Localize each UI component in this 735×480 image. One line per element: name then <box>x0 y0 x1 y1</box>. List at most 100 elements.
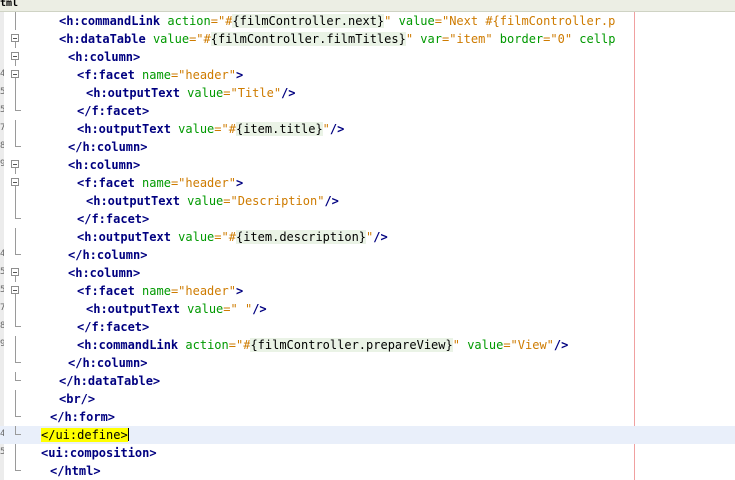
code-text: </h:form> <box>50 409 115 425</box>
code-token: name <box>142 176 171 190</box>
code-token: ="Next #{filmController.p <box>434 14 616 28</box>
code-line[interactable]: 5 <ui:composition> <box>0 444 735 462</box>
code-line[interactable]: <h:commandLink action="#{filmController.… <box>0 12 735 30</box>
line-number: 9 <box>0 159 4 169</box>
fold-guide <box>15 120 16 138</box>
fold-end-marker <box>15 318 21 327</box>
code-text: <f:facet name="header"> <box>77 175 243 191</box>
fold-guide <box>15 228 16 246</box>
code-line[interactable]: 5 <h:column> <box>0 264 735 282</box>
line-number: 7 <box>0 123 4 133</box>
fold-end-marker <box>15 462 21 471</box>
code-line[interactable]: 5 <f:facet name="header"> <box>0 282 735 300</box>
code-text: </f:facet> <box>77 211 149 227</box>
code-line[interactable]: 7 <h:outputText value="#{item.title}"/> <box>0 120 735 138</box>
fold-end-marker <box>15 408 21 417</box>
code-line[interactable]: 9 <h:column> <box>0 156 735 174</box>
line-number: 4 <box>0 69 4 79</box>
code-token: ="Title" <box>223 86 282 100</box>
code-token: <h:column> <box>68 266 141 280</box>
code-token: value <box>398 14 435 28</box>
code-token: <h:commandLink <box>77 338 179 352</box>
fold-toggle-icon[interactable] <box>11 286 19 294</box>
code-token: > <box>235 68 244 82</box>
fold-guide <box>15 390 16 408</box>
code-line[interactable]: 7 <h:outputText value=" "/> <box>0 300 735 318</box>
code-line[interactable]: 5 <h:outputText value="Title"/> <box>0 84 735 102</box>
fold-end-marker <box>15 138 21 147</box>
code-text: <h:outputText value="#{item.description}… <box>77 229 388 245</box>
code-token: =" " <box>223 302 253 316</box>
code-token: " <box>322 122 330 136</box>
code-line[interactable]: 5 </f:facet> <box>0 102 735 120</box>
current-code-line[interactable]: 4 </ui:define> <box>0 426 735 444</box>
line-number: 5 <box>0 285 4 295</box>
code-text: <h:outputText value="Title"/> <box>86 85 296 101</box>
code-token: <h:outputText <box>86 302 180 316</box>
code-line[interactable]: <f:facet name="header"> <box>0 174 735 192</box>
code-line[interactable]: </f:facet> <box>0 210 735 228</box>
fold-end-marker <box>15 426 21 435</box>
fold-end-marker <box>15 246 21 255</box>
code-line[interactable]: </h:column> <box>0 354 735 372</box>
editor-tab[interactable]: tml <box>0 0 735 12</box>
fold-guide <box>15 444 16 462</box>
fold-end-marker <box>15 354 21 363</box>
fold-toggle-icon[interactable] <box>11 52 19 60</box>
line-number: 5 <box>0 105 4 115</box>
fold-guide <box>15 12 16 30</box>
fold-toggle-icon[interactable] <box>11 70 19 78</box>
fold-toggle-icon[interactable] <box>11 268 19 276</box>
code-token: <f:facet <box>77 68 135 82</box>
highlighted-tag: </ui:define> <box>41 428 128 442</box>
code-token: <h:column> <box>68 158 141 172</box>
code-token: ="# <box>210 14 233 28</box>
line-number: 8 <box>0 141 4 151</box>
code-token: </h:form> <box>50 410 116 424</box>
fold-guide <box>15 192 16 210</box>
code-token: /> <box>252 302 267 316</box>
code-token: value <box>467 338 504 352</box>
code-token: <h:dataTable <box>59 32 146 46</box>
code-token: <h:outputText <box>77 122 171 136</box>
fold-end-marker <box>15 102 21 111</box>
code-line[interactable]: 9 <h:commandLink action="#{filmController… <box>0 336 735 354</box>
code-line[interactable]: <h:dataTable value="#{filmController.fil… <box>0 30 735 48</box>
code-token: value <box>152 32 190 46</box>
fold-toggle-icon[interactable] <box>11 160 19 168</box>
code-token: ="# <box>189 32 211 46</box>
fold-toggle-icon[interactable] <box>11 178 19 186</box>
code-text: </h:column> <box>68 355 147 371</box>
code-line[interactable]: 8 </f:facet> <box>0 318 735 336</box>
code-token: value <box>178 122 215 136</box>
fold-toggle-icon[interactable] <box>11 34 19 42</box>
code-text: </h:column> <box>68 247 147 263</box>
code-line[interactable]: <h:column> <box>0 48 735 66</box>
code-token: value <box>187 194 224 208</box>
code-token: /> <box>329 122 345 136</box>
code-token: value <box>187 302 224 316</box>
code-token: /> <box>373 230 388 244</box>
code-text: <h:dataTable value="#{filmController.fil… <box>59 31 615 47</box>
code-token: <h:outputText <box>86 194 180 208</box>
code-line[interactable]: 8 </h:column> <box>0 138 735 156</box>
code-line[interactable]: </h:dataTable> <box>0 372 735 390</box>
code-line[interactable]: <h:outputText value="Description"/> <box>0 192 735 210</box>
fold-guide <box>15 84 16 102</box>
code-line[interactable]: <br/> <box>0 390 735 408</box>
code-line[interactable]: </h:form> <box>0 408 735 426</box>
line-number: 9 <box>0 339 4 349</box>
code-line[interactable]: 4 <f:facet name="header"> <box>0 66 735 84</box>
line-number: 5 <box>0 447 4 457</box>
line-number: 5 <box>0 267 4 277</box>
code-token: border <box>499 32 544 46</box>
line-number: 4 <box>0 249 4 259</box>
code-line[interactable]: </html> <box>0 462 735 480</box>
code-token: ="item" <box>441 32 493 46</box>
code-line[interactable]: 4 </h:column> <box>0 246 735 264</box>
fold-end-marker <box>15 372 21 381</box>
code-line[interactable]: <h:outputText value="#{item.description}… <box>0 228 735 246</box>
